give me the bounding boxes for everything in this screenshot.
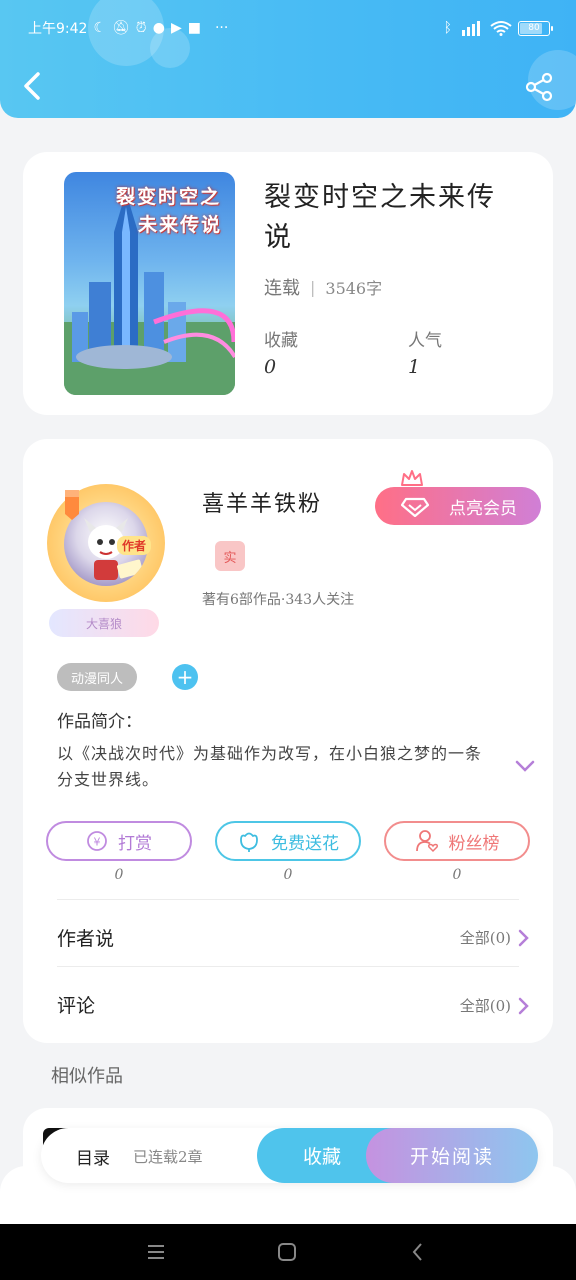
word-count: 3546字 [325,279,383,298]
author-level-tag: 大喜狼 [49,609,159,637]
table-of-contents-button[interactable]: 目录 [76,1144,110,1169]
chevron-right-icon [518,997,529,1014]
diamond-icon [401,497,429,517]
status-time: 上午9:42 [28,21,88,37]
alarm-icon: ⏰︎ [135,20,147,36]
home-icon[interactable] [275,1240,299,1264]
book-meta: 连载 | 3546字 [264,274,382,300]
send-flower-button[interactable]: 免费送花 [215,821,361,861]
divider [57,966,519,967]
vip-button-label: 点亮会员 [449,498,517,519]
header-bar: 上午9:42 ☾ 🔕︎ ⏰︎ ● ▶ ■ ··· ᛒ 80 [0,0,576,118]
start-reading-button[interactable]: 开始阅读 [366,1128,538,1183]
menu-icon[interactable] [144,1240,168,1264]
reward-label: 打赏 [118,833,152,854]
reward-count: 0 [114,867,124,883]
verified-badge: 实 [215,541,245,571]
share-button[interactable] [524,72,554,102]
expand-chevron-icon[interactable] [514,759,536,773]
author-avatar[interactable]: 作者 [47,484,165,602]
chapters-status: 已连载2章 [133,1148,203,1166]
crown-icon [401,470,423,486]
author-says-label: 作者说 [57,928,115,950]
author-says-link[interactable]: 全部(0) [460,927,529,948]
chevron-right-icon [518,929,529,946]
signal-icon [462,21,480,36]
fans-count: 0 [452,867,462,883]
flower-icon [240,832,258,852]
detail-card: 作者 大喜狼 喜羊羊铁粉 实 著有6部作品·343人关注 点亮会员 动漫同人 +… [23,439,553,1043]
popularity-value: 1 [408,356,421,378]
coin-icon: ¥ [87,831,107,851]
add-tag-button[interactable]: + [172,664,198,690]
serial-status: 连载 [264,278,300,299]
bluetooth-icon: ᛒ [443,20,452,36]
vip-button[interactable]: 点亮会员 [375,487,541,525]
comments-count: 全部(0) [459,997,511,1015]
author-stats: 著有6部作品·343人关注 [202,592,355,608]
mute-icon: 🔕︎ [112,20,130,36]
collect-value: 0 [264,356,277,378]
moon-icon: ☾ [93,20,107,36]
app-notification-icon: ■ [187,20,201,36]
back-nav-icon[interactable] [406,1240,430,1264]
cover-title-line2: 未来传说 [138,214,223,236]
pencil-icon [65,490,79,520]
battery-icon: 80 [518,20,553,36]
svg-text:¥: ¥ [94,836,101,849]
send-flower-label: 免费送花 [271,833,339,854]
book-cover[interactable]: 裂变时空之 未来传说 [64,172,235,395]
cover-title-line1: 裂变时空之 [116,186,222,208]
author-says-count: 全部(0) [459,929,511,947]
flower-count: 0 [283,867,293,883]
comments-link[interactable]: 全部(0) [460,995,529,1016]
author-badge: 作者 [117,536,152,555]
fans-ranking-button[interactable]: 粉丝榜 [384,821,530,861]
genre-tag[interactable]: 动漫同人 [57,663,138,691]
back-button[interactable] [18,68,48,104]
similar-works-title: 相似作品 [51,1066,123,1087]
bottom-action-bar: 目录 已连载2章 收藏 开始阅读 [41,1128,538,1183]
divider [57,899,519,900]
video-app-icon: ▶ [170,20,182,36]
collect-label: 收藏 [264,331,298,351]
intro-text: 以《决战次时代》为基础作为改写，在小白狼之梦的一条分支世界线。 [57,744,483,789]
intro-label: 作品简介： [57,712,142,732]
battery-level: 80 [528,23,540,33]
meta-separator: | [310,277,316,297]
more-notifications: ··· [214,20,229,36]
wifi-icon [490,21,512,36]
comments-label: 评论 [57,995,96,1017]
app-notification-icon: ● [152,20,165,36]
popularity-label: 人气 [408,331,442,351]
book-info-card: 裂变时空之 未来传说 裂变时空之未来传说 连载 | 3546字 收藏 0 人气 … [23,152,553,415]
reward-button[interactable]: ¥ 打赏 [46,821,192,861]
book-title: 裂变时空之未来传说 [264,182,496,253]
author-name[interactable]: 喜羊羊铁粉 [202,486,322,518]
system-nav-bar [0,1224,576,1280]
status-bar: 上午9:42 ☾ 🔕︎ ⏰︎ ● ▶ ■ ··· ᛒ 80 [28,14,553,42]
fans-ranking-label: 粉丝榜 [448,833,500,854]
user-heart-icon [415,830,438,853]
